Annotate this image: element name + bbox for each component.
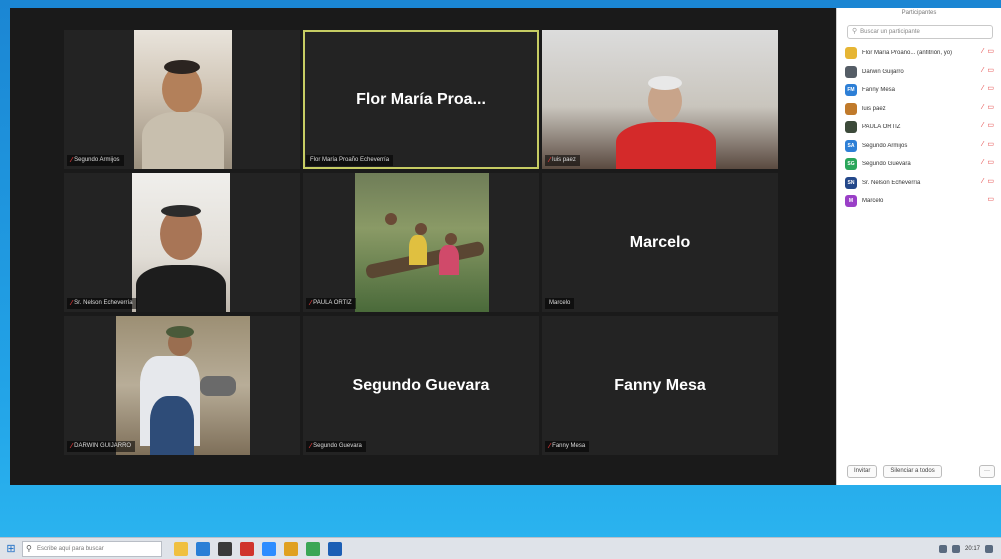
participant-name-label: ⁄ luis paez	[545, 155, 580, 166]
muted-mic-icon: ⁄	[549, 157, 551, 164]
app-icon[interactable]	[306, 541, 320, 556]
muted-mic-icon: ⁄	[549, 443, 551, 450]
avatar: SN	[845, 176, 857, 189]
windows-taskbar: ⊞ ⚲ Escribe aquí para buscar 20:17	[0, 537, 1001, 559]
zoom-meeting-window: ⁄ Segundo Armijos Flor María Proa... Flor…	[10, 8, 1001, 485]
participant-row[interactable]: PAULA ORTIZ ⁄ ▭	[845, 118, 995, 137]
panel-title: Participantes	[901, 10, 937, 16]
participant-row[interactable]: Flor María Proaño... (anfitrión, yo) ⁄ ▭	[845, 44, 995, 63]
avatar	[845, 102, 857, 115]
store-icon[interactable]	[218, 541, 232, 556]
participant-row[interactable]: M Marcelo ▭	[845, 192, 995, 211]
clock[interactable]: 20:17	[965, 546, 980, 552]
mute-all-button[interactable]: Silenciar a todos	[883, 464, 942, 478]
participant-row[interactable]: SN Sr. Nelson Echeverría ⁄ ▭	[845, 174, 995, 193]
participant-name-label: ⁄ Segundo Guevara	[306, 441, 366, 452]
system-tray: 20:17	[938, 544, 1001, 553]
muted-mic-icon: ⁄	[71, 157, 73, 164]
participant-row[interactable]: SG Segundo Guevara ⁄ ▭	[845, 155, 995, 174]
video-tile-flor-maria[interactable]: Flor María Proa... Flor María Proaño Ech…	[303, 30, 539, 169]
video-tile-darwin-guijarro[interactable]: ⁄ DARWIN GUIJARRO	[64, 316, 300, 455]
search-icon: ⚲	[26, 543, 32, 553]
muted-mic-icon: ⁄	[71, 443, 73, 450]
taskbar-search-input[interactable]: ⚲ Escribe aquí para buscar	[22, 540, 162, 557]
notifications-icon[interactable]	[985, 544, 993, 553]
participant-list: Flor María Proaño... (anfitrión, yo) ⁄ ▭ …	[845, 44, 995, 211]
participant-name-label: ⁄ Segundo Armijos	[67, 155, 124, 166]
panel-footer: Invitar Silenciar a todos ···	[847, 464, 995, 478]
video-tile-marcelo[interactable]: Marcelo Marcelo	[542, 173, 778, 312]
mic-video-status-icons[interactable]: ⁄ ▭	[982, 140, 995, 148]
mic-video-status-icons[interactable]: ⁄ ▭	[982, 84, 995, 92]
avatar	[845, 121, 857, 134]
participant-name-label: ⁄ PAULA ORTIZ	[306, 298, 356, 309]
participant-row[interactable]: luis paez ⁄ ▭	[845, 100, 995, 119]
video-tile-segundo-guevara[interactable]: Segundo Guevara ⁄ Segundo Guevara	[303, 316, 539, 455]
zoom-app-icon[interactable]	[262, 541, 276, 556]
participant-video	[116, 316, 250, 455]
muted-mic-icon: ⁄	[71, 300, 73, 307]
video-tile-fanny-mesa[interactable]: Fanny Mesa ⁄ Fanny Mesa	[542, 316, 778, 455]
participant-name-label: ⁄ Fanny Mesa	[545, 441, 590, 452]
avatar	[845, 65, 857, 78]
participant-row[interactable]: FM Fanny Mesa ⁄ ▭	[845, 81, 995, 100]
mic-video-status-icons[interactable]: ⁄ ▭	[982, 66, 995, 74]
avatar: SG	[845, 158, 857, 171]
mic-video-status-icons[interactable]: ⁄ ▭	[982, 103, 995, 111]
avatar: M	[845, 195, 857, 208]
mic-video-status-icons[interactable]: ⁄ ▭	[982, 177, 995, 185]
video-tile-paula-ortiz[interactable]: ⁄ PAULA ORTIZ	[303, 173, 539, 312]
video-tile-segundo-armijos[interactable]: ⁄ Segundo Armijos	[64, 30, 300, 169]
participant-name-label: Flor María Proaño Echeverría	[306, 155, 394, 166]
gallery-view: ⁄ Segundo Armijos Flor María Proa... Flor…	[10, 8, 836, 485]
video-tile-luis-paez[interactable]: ⁄ luis paez	[542, 30, 778, 169]
participant-search-input[interactable]: ⚲ Buscar un participante	[847, 25, 993, 39]
avatar: SA	[845, 139, 857, 152]
mic-video-status-icons[interactable]: ⁄ ▭	[982, 158, 995, 166]
participant-row[interactable]: SA Segundo Armijos ⁄ ▭	[845, 137, 995, 156]
file-explorer-icon[interactable]	[174, 541, 188, 556]
more-options-button[interactable]: ···	[979, 464, 995, 478]
app-icon[interactable]	[284, 541, 298, 556]
participant-video	[134, 30, 232, 169]
search-icon: ⚲	[852, 28, 858, 35]
mic-video-status-icons[interactable]: ⁄ ▭	[982, 47, 995, 55]
participant-video	[355, 173, 489, 312]
participant-video	[132, 173, 230, 312]
avatar: FM	[845, 84, 857, 97]
app-icon[interactable]	[328, 541, 342, 556]
muted-mic-icon: ⁄	[310, 443, 312, 450]
app-icon[interactable]	[240, 541, 254, 556]
participant-row[interactable]: Darwin Guijarro ⁄ ▭	[845, 63, 995, 82]
participant-display-name: Fanny Mesa	[614, 376, 706, 394]
participant-display-name: Marcelo	[629, 233, 691, 251]
video-status-icon[interactable]: ▭	[987, 195, 995, 203]
windows-start-icon[interactable]: ⊞	[0, 538, 22, 559]
network-icon[interactable]	[938, 544, 947, 553]
participant-name-label: Marcelo	[545, 298, 575, 309]
muted-mic-icon: ⁄	[310, 300, 312, 307]
volume-icon[interactable]	[951, 544, 960, 553]
taskbar-apps	[174, 541, 342, 556]
video-tile-nelson-echeverria[interactable]: ⁄ Sr. Nelson Echeverría	[64, 173, 300, 312]
participant-name-label: ⁄ DARWIN GUIJARRO	[67, 441, 136, 452]
invite-button[interactable]: Invitar	[847, 464, 878, 478]
participant-video	[542, 30, 778, 169]
edge-browser-icon[interactable]	[196, 541, 210, 556]
participant-name-label: ⁄ Sr. Nelson Echeverría	[67, 298, 137, 309]
participants-panel: Participantes ⚲ Buscar un participante F…	[836, 8, 1001, 485]
participant-display-name: Flor María Proa...	[356, 90, 486, 108]
avatar	[845, 47, 857, 60]
mic-video-status-icons[interactable]: ⁄ ▭	[982, 121, 995, 129]
participant-display-name: Segundo Guevara	[352, 376, 490, 394]
